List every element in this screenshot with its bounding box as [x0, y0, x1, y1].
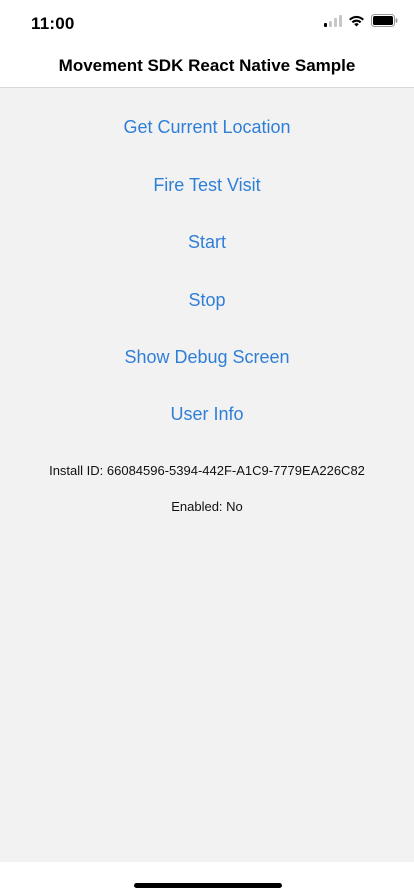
status-bar: 11:00	[0, 0, 414, 44]
fire-test-visit-button[interactable]: Fire Test Visit	[0, 167, 414, 203]
battery-icon	[371, 14, 398, 32]
install-id-text: Install ID: 66084596-5394-442F-A1C9-7779…	[49, 463, 365, 478]
start-button[interactable]: Start	[0, 224, 414, 260]
signal-icon	[324, 14, 342, 32]
home-indicator-area	[0, 862, 414, 896]
status-icons	[324, 14, 398, 32]
page-title: Movement SDK React Native Sample	[58, 55, 356, 75]
wifi-icon	[348, 14, 365, 32]
show-debug-screen-button[interactable]: Show Debug Screen	[0, 339, 414, 375]
status-time: 11:00	[31, 14, 75, 33]
main-content: Get Current Location Fire Test Visit Sta…	[0, 88, 414, 862]
enabled-status-text: Enabled: No	[171, 499, 243, 514]
user-info-button[interactable]: User Info	[0, 396, 414, 432]
navigation-bar: Movement SDK React Native Sample	[0, 44, 414, 88]
home-indicator[interactable]	[134, 883, 282, 888]
stop-button[interactable]: Stop	[0, 282, 414, 318]
get-current-location-button[interactable]: Get Current Location	[0, 109, 414, 145]
